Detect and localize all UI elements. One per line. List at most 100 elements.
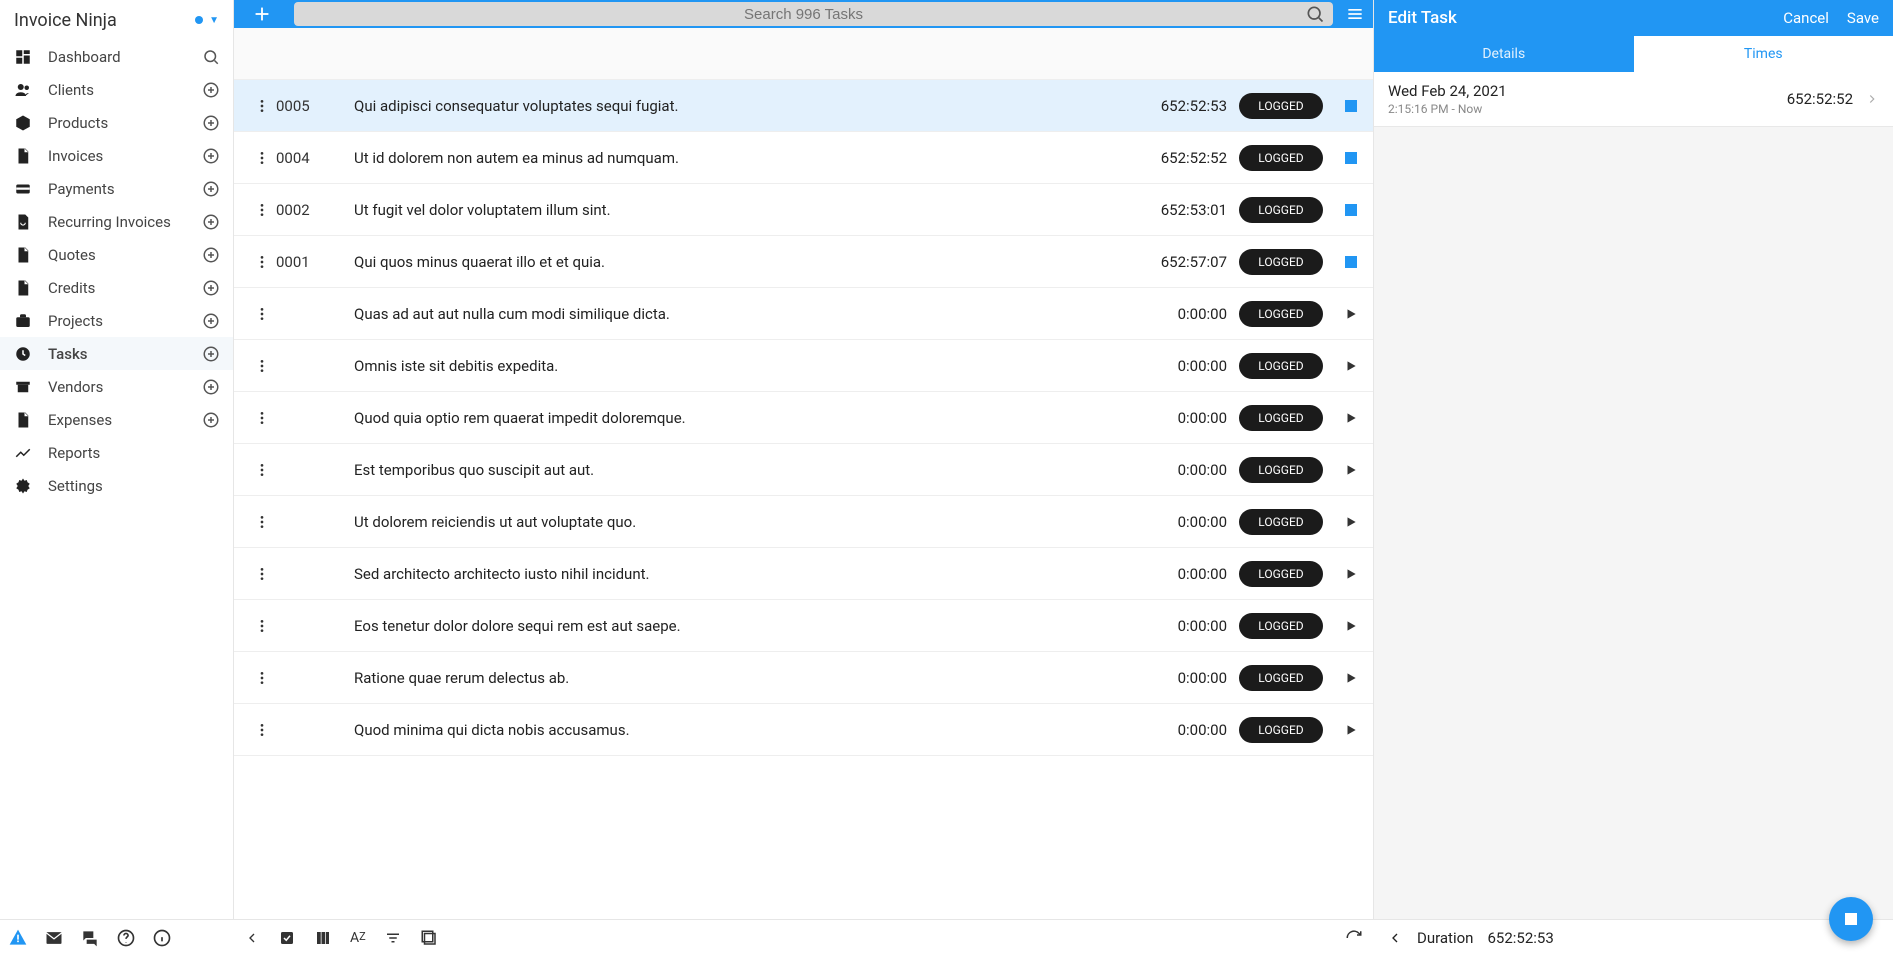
- bottom-left-bar: [0, 919, 234, 955]
- task-row[interactable]: Quod quia optio rem quaerat impedit dolo…: [234, 392, 1373, 444]
- sidebar-item-invoices[interactable]: Invoices: [0, 139, 233, 172]
- task-row[interactable]: Ratione quae rerum delectus ab.0:00:00LO…: [234, 652, 1373, 704]
- mail-icon[interactable]: [44, 928, 64, 948]
- row-menu-icon[interactable]: [248, 202, 276, 218]
- warning-icon[interactable]: [8, 928, 28, 948]
- play-button[interactable]: [1344, 619, 1358, 633]
- play-button[interactable]: [1344, 515, 1358, 529]
- payments-icon: [12, 178, 34, 200]
- multiselect-icon[interactable]: [278, 929, 296, 947]
- row-menu-icon[interactable]: [248, 98, 276, 114]
- tab-details[interactable]: Details: [1374, 36, 1634, 72]
- add-circle-icon[interactable]: [201, 212, 221, 232]
- add-circle-icon[interactable]: [201, 311, 221, 331]
- row-menu-icon[interactable]: [248, 462, 276, 478]
- sidebar-item-clients[interactable]: Clients: [0, 73, 233, 106]
- task-row[interactable]: Eos tenetur dolor dolore sequi rem est a…: [234, 600, 1373, 652]
- play-button[interactable]: [1344, 671, 1358, 685]
- sidebar-item-payments[interactable]: Payments: [0, 172, 233, 205]
- sidebar-item-credits[interactable]: Credits: [0, 271, 233, 304]
- task-time: 0:00:00: [1131, 461, 1227, 479]
- row-menu-icon[interactable]: [248, 306, 276, 322]
- stop-button[interactable]: [1345, 100, 1357, 112]
- save-button[interactable]: Save: [1847, 9, 1879, 27]
- search-icon[interactable]: [1305, 4, 1325, 24]
- add-circle-icon[interactable]: [201, 80, 221, 100]
- task-row[interactable]: 0002Ut fugit vel dolor voluptatem illum …: [234, 184, 1373, 236]
- add-circle-icon[interactable]: [201, 113, 221, 133]
- add-circle-icon[interactable]: [201, 278, 221, 298]
- play-button[interactable]: [1344, 567, 1358, 581]
- fab-stop-button[interactable]: [1829, 897, 1873, 941]
- sidebar-item-recurring-invoices[interactable]: Recurring Invoices: [0, 205, 233, 238]
- sidebar-item-dashboard[interactable]: Dashboard: [0, 40, 233, 73]
- status-badge: LOGGED: [1239, 93, 1323, 119]
- chevron-right-icon: [1865, 92, 1879, 106]
- task-row[interactable]: Ut dolorem reiciendis ut aut voluptate q…: [234, 496, 1373, 548]
- add-button[interactable]: [234, 0, 290, 28]
- task-description: Ratione quae rerum delectus ab.: [354, 669, 1131, 687]
- cancel-button[interactable]: Cancel: [1783, 9, 1829, 27]
- sidebar-item-tasks[interactable]: Tasks: [0, 337, 233, 370]
- sidebar-item-products[interactable]: Products: [0, 106, 233, 139]
- task-description: Quod minima qui dicta nobis accusamus.: [354, 721, 1131, 739]
- sidebar-item-quotes[interactable]: Quotes: [0, 238, 233, 271]
- search-input[interactable]: [302, 6, 1305, 23]
- row-menu-icon[interactable]: [248, 150, 276, 166]
- refresh-icon[interactable]: [1345, 929, 1363, 947]
- tab-times[interactable]: Times: [1634, 36, 1893, 72]
- play-button[interactable]: [1344, 307, 1358, 321]
- forum-icon[interactable]: [80, 928, 100, 948]
- sort-icon[interactable]: AZ: [350, 930, 366, 946]
- sidebar-item-expenses[interactable]: Expenses: [0, 403, 233, 436]
- add-circle-icon[interactable]: [201, 377, 221, 397]
- task-row[interactable]: 0001Qui quos minus quaerat illo et et qu…: [234, 236, 1373, 288]
- filter-icon[interactable]: [384, 929, 402, 947]
- task-row[interactable]: 0005Qui adipisci consequatur voluptates …: [234, 80, 1373, 132]
- row-menu-icon[interactable]: [248, 410, 276, 426]
- help-icon[interactable]: [116, 928, 136, 948]
- preview-icon[interactable]: [420, 929, 438, 947]
- dashboard-search-icon[interactable]: [201, 47, 221, 67]
- task-row[interactable]: Sed architecto architecto iusto nihil in…: [234, 548, 1373, 600]
- add-circle-icon[interactable]: [201, 179, 221, 199]
- brand-caret-icon[interactable]: ▼: [209, 15, 219, 26]
- task-row[interactable]: Quod minima qui dicta nobis accusamus.0:…: [234, 704, 1373, 756]
- play-button[interactable]: [1344, 723, 1358, 737]
- add-circle-icon[interactable]: [201, 245, 221, 265]
- stop-button[interactable]: [1345, 256, 1357, 268]
- play-button[interactable]: [1344, 411, 1358, 425]
- collapse-left-icon[interactable]: [244, 930, 260, 946]
- row-menu-icon[interactable]: [248, 514, 276, 530]
- task-row[interactable]: Omnis iste sit debitis expedita.0:00:00L…: [234, 340, 1373, 392]
- sidebar-item-projects[interactable]: Projects: [0, 304, 233, 337]
- columns-icon[interactable]: [314, 929, 332, 947]
- info-icon[interactable]: [152, 928, 172, 948]
- task-row[interactable]: Quas ad aut aut nulla cum modi similique…: [234, 288, 1373, 340]
- bottom-edit-bar: Duration 652:52:53: [1373, 919, 1893, 955]
- add-circle-icon[interactable]: [201, 146, 221, 166]
- sidebar-item-reports[interactable]: Reports: [0, 436, 233, 469]
- row-menu-icon[interactable]: [248, 670, 276, 686]
- stop-button[interactable]: [1345, 204, 1357, 216]
- row-menu-icon[interactable]: [248, 566, 276, 582]
- time-entry[interactable]: Wed Feb 24, 2021 2:15:16 PM - Now 652:52…: [1374, 72, 1893, 127]
- row-menu-icon[interactable]: [248, 722, 276, 738]
- add-circle-icon[interactable]: [201, 344, 221, 364]
- task-description: Sed architecto architecto iusto nihil in…: [354, 565, 1131, 583]
- play-button[interactable]: [1344, 463, 1358, 477]
- task-row[interactable]: 0004Ut id dolorem non autem ea minus ad …: [234, 132, 1373, 184]
- back-icon[interactable]: [1387, 930, 1403, 946]
- task-time: 0:00:00: [1131, 513, 1227, 531]
- task-time: 652:53:01: [1131, 201, 1227, 219]
- task-row[interactable]: Est temporibus quo suscipit aut aut.0:00…: [234, 444, 1373, 496]
- add-circle-icon[interactable]: [201, 410, 221, 430]
- row-menu-icon[interactable]: [248, 254, 276, 270]
- play-button[interactable]: [1344, 359, 1358, 373]
- sidebar-item-settings[interactable]: Settings: [0, 469, 233, 502]
- sidebar-item-vendors[interactable]: Vendors: [0, 370, 233, 403]
- row-menu-icon[interactable]: [248, 358, 276, 374]
- row-menu-icon[interactable]: [248, 618, 276, 634]
- stop-button[interactable]: [1345, 152, 1357, 164]
- hamburger-icon[interactable]: [1337, 0, 1373, 28]
